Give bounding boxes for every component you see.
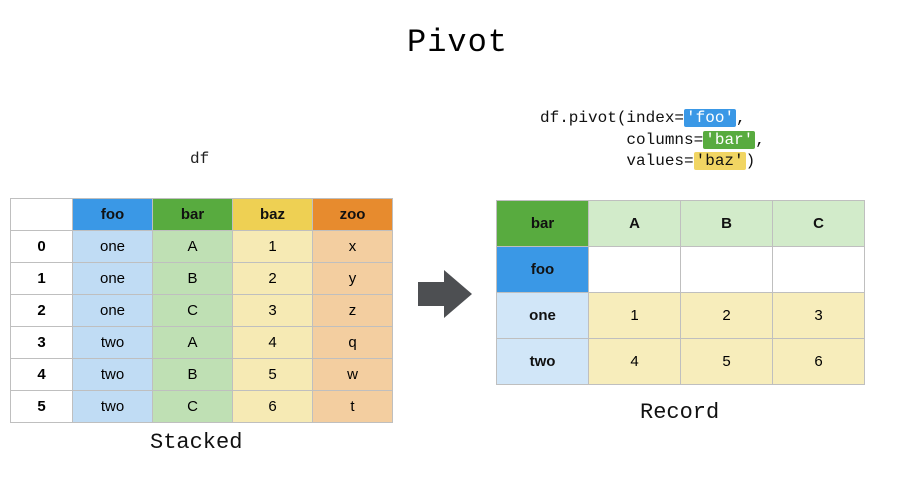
cell: A [153, 231, 233, 263]
page-title: Pivot [0, 0, 915, 61]
table-row: foo [497, 247, 865, 293]
table-row: 3 two A 4 q [11, 327, 393, 359]
row-index: 5 [11, 391, 73, 423]
index-corner [11, 199, 73, 231]
row-index: 3 [11, 327, 73, 359]
cell: 1 [589, 293, 681, 339]
cell: 3 [233, 295, 313, 327]
cell: w [313, 359, 393, 391]
col-header: A [589, 201, 681, 247]
cell: 3 [773, 293, 865, 339]
code-arg-columns: 'bar' [703, 131, 755, 149]
cell: two [73, 391, 153, 423]
code-arg-values: 'baz' [694, 152, 746, 170]
cell: 2 [681, 293, 773, 339]
cell: 4 [589, 339, 681, 385]
table-row: one 1 2 3 [497, 293, 865, 339]
table-row: 2 one C 3 z [11, 295, 393, 327]
cell: 2 [233, 263, 313, 295]
stacked-caption: Stacked [150, 430, 242, 455]
cell: B [153, 263, 233, 295]
table-row: bar A B C [497, 201, 865, 247]
cell: 1 [233, 231, 313, 263]
cell: 4 [233, 327, 313, 359]
arrow-right-icon [418, 270, 472, 318]
table-row: two 4 5 6 [497, 339, 865, 385]
cell: 6 [233, 391, 313, 423]
cell: C [153, 295, 233, 327]
table-row: 5 two C 6 t [11, 391, 393, 423]
table-row: 1 one B 2 y [11, 263, 393, 295]
cell: x [313, 231, 393, 263]
corner-foo: foo [497, 247, 589, 293]
cell: y [313, 263, 393, 295]
cell: one [73, 295, 153, 327]
col-header-zoo: zoo [313, 199, 393, 231]
corner-bar: bar [497, 201, 589, 247]
row-header: one [497, 293, 589, 339]
row-index: 1 [11, 263, 73, 295]
col-header-foo: foo [73, 199, 153, 231]
table-row: 4 two B 5 w [11, 359, 393, 391]
table-row: foo bar baz zoo [11, 199, 393, 231]
record-table: bar A B C foo one 1 2 3 two 4 5 6 [496, 200, 865, 385]
record-caption: Record [640, 400, 719, 425]
cell: one [73, 263, 153, 295]
code-suffix: ) [746, 152, 756, 170]
cell: A [153, 327, 233, 359]
blank-cell [681, 247, 773, 293]
blank-cell [773, 247, 865, 293]
code-mid1: , [736, 109, 746, 127]
df-label: df [190, 150, 209, 168]
cell: t [313, 391, 393, 423]
col-header: C [773, 201, 865, 247]
code-snippet: df.pivot(index='foo', columns='bar', val… [540, 108, 765, 173]
row-index: 0 [11, 231, 73, 263]
col-header-baz: baz [233, 199, 313, 231]
cell: one [73, 231, 153, 263]
table-row: 0 one A 1 x [11, 231, 393, 263]
col-header: B [681, 201, 773, 247]
blank-cell [589, 247, 681, 293]
cell: z [313, 295, 393, 327]
cell: 6 [773, 339, 865, 385]
cell: two [73, 327, 153, 359]
row-header: two [497, 339, 589, 385]
code-pad2: values= [540, 152, 694, 170]
cell: B [153, 359, 233, 391]
row-index: 2 [11, 295, 73, 327]
code-mid2: , [755, 131, 765, 149]
cell: 5 [233, 359, 313, 391]
cell: q [313, 327, 393, 359]
cell: 5 [681, 339, 773, 385]
stacked-table: foo bar baz zoo 0 one A 1 x 1 one B 2 y … [10, 198, 393, 423]
code-pad1: columns= [540, 131, 703, 149]
code-prefix: df.pivot(index= [540, 109, 684, 127]
col-header-bar: bar [153, 199, 233, 231]
code-arg-index: 'foo' [684, 109, 736, 127]
cell: C [153, 391, 233, 423]
cell: two [73, 359, 153, 391]
row-index: 4 [11, 359, 73, 391]
